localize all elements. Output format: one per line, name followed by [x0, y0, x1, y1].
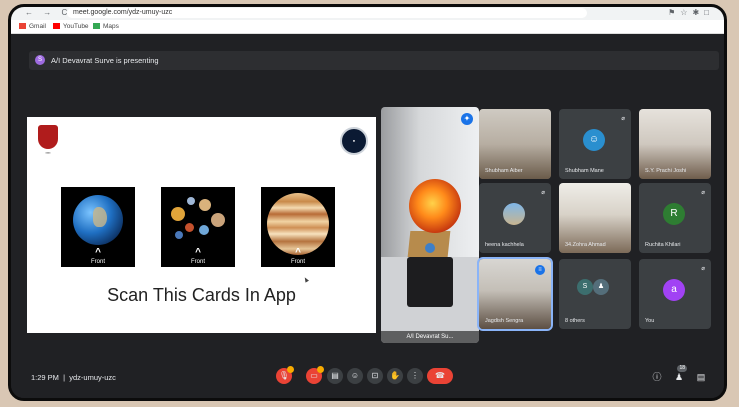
- participant-name: You: [645, 318, 655, 324]
- mic-off-icon: ⌀: [701, 190, 705, 196]
- arrow-up-icon: ^: [95, 247, 101, 258]
- captions-button[interactable]: ▤: [327, 368, 343, 384]
- warning-badge: [287, 366, 294, 373]
- jupiter-image: [267, 193, 329, 255]
- more-options-button[interactable]: ⋮: [407, 368, 423, 384]
- earth-image: [73, 195, 123, 245]
- participant-tile-speaking[interactable]: ≡ Jagdish Sengra: [477, 257, 553, 331]
- leave-call-button[interactable]: ☎: [427, 368, 453, 384]
- avatar: ☺: [583, 129, 605, 151]
- pin-icon[interactable]: ✦: [461, 113, 473, 125]
- card-earth: ^ Front: [61, 187, 135, 267]
- avatar: ♟: [593, 279, 609, 295]
- participant-name: A/I Devavrat Su...: [381, 331, 479, 343]
- people-icon[interactable]: ♟ 18: [673, 365, 687, 383]
- card-solar-system: ^ Front: [161, 187, 235, 267]
- participant-tile[interactable]: Shubham Aiber: [479, 109, 551, 179]
- bookmark-gmail[interactable]: Gmail: [19, 21, 46, 32]
- self-tile[interactable]: a ⌀ You: [639, 259, 711, 329]
- mic-off-icon: ⌀: [701, 266, 705, 272]
- card-jupiter: ^ Front: [261, 187, 335, 267]
- participant-name: 34.Zohra Ahmad: [565, 242, 606, 248]
- participant-name: S.Y. Prachi Joshi: [645, 168, 687, 174]
- address-bar[interactable]: meet.google.com/ydz-umuy-uzc: [67, 8, 587, 18]
- participant-tile[interactable]: ⌀ heena kachhela: [479, 183, 551, 253]
- participant-name: heena kachhela: [485, 242, 524, 248]
- extension-icons[interactable]: ⚑☆✱□: [668, 8, 714, 17]
- meeting-code: ydz-umuy-uzc: [69, 373, 116, 382]
- avatar: R: [663, 203, 685, 225]
- camera-button[interactable]: ▭: [306, 366, 324, 384]
- participant-tile[interactable]: R ⌀ Ruchita Khilari: [639, 183, 711, 253]
- mic-button[interactable]: 🎙: [276, 366, 294, 384]
- bookmarks-bar: Gmail YouTube Maps: [11, 20, 724, 34]
- participant-name: Shubham Aiber: [485, 168, 523, 174]
- bookmark-maps[interactable]: Maps: [93, 21, 119, 32]
- solar-system-image: [169, 193, 227, 251]
- presenting-banner: S A/I Devavrat Surve is presenting: [29, 51, 719, 70]
- participant-name: Jagdish Sengra: [485, 318, 524, 324]
- maps-icon: [93, 23, 100, 30]
- address-url: meet.google.com/ydz-umuy-uzc: [73, 9, 173, 16]
- raise-hand-button[interactable]: ✋: [387, 368, 403, 384]
- participant-tile[interactable]: ☺ ⌀ Shubham Mane: [559, 109, 631, 179]
- meet-window: ← → C meet.google.com/ydz-umuy-uzc ⚑☆✱□ …: [8, 4, 727, 401]
- warning-badge: [317, 366, 324, 373]
- card-label: Front: [190, 259, 205, 265]
- presenter-avatar: S: [35, 55, 45, 65]
- participant-tile[interactable]: 34.Zohra Ahmad: [559, 183, 631, 253]
- participant-tile[interactable]: S.Y. Prachi Joshi: [639, 109, 711, 179]
- presenter-camera-tile[interactable]: ✦ A/I Devavrat Su...: [381, 107, 479, 343]
- arrow-up-icon: ^: [195, 247, 201, 258]
- emoji-button[interactable]: ☺: [347, 368, 363, 384]
- presentation-slide: ▪▪▪▪ ● ^ Front ^ Front ^ Front Scan This…: [27, 117, 376, 333]
- school-logo: ▪▪▪▪: [35, 125, 61, 163]
- avatar: S: [577, 279, 593, 295]
- participant-name: Ruchita Khilari: [645, 242, 681, 248]
- mic-off-icon: ⌀: [541, 190, 545, 196]
- clock-time: 1:29 PM: [31, 373, 59, 382]
- chat-icon[interactable]: ▤: [695, 371, 707, 383]
- browser-nav-icons[interactable]: ← → C: [25, 8, 71, 17]
- present-button[interactable]: ⊡: [367, 368, 383, 384]
- mouse-pointer-icon: [303, 276, 309, 283]
- info-icon[interactable]: ⓘ: [651, 371, 663, 383]
- browser-toolbar: ← → C meet.google.com/ydz-umuy-uzc ⚑☆✱□: [11, 7, 724, 20]
- participant-name: 8 others: [565, 318, 585, 324]
- presenting-text: A/I Devavrat Surve is presenting: [51, 56, 159, 65]
- people-count: 18: [677, 365, 687, 372]
- mic-off-icon: ⌀: [621, 116, 625, 122]
- card-label: Front: [290, 259, 305, 265]
- separator: |: [61, 373, 68, 382]
- card-label: Front: [90, 259, 105, 265]
- youtube-icon: [53, 23, 60, 30]
- speaking-icon: ≡: [535, 265, 545, 275]
- bookmark-youtube[interactable]: YouTube: [53, 21, 89, 32]
- arrow-up-icon: ^: [295, 247, 301, 258]
- meeting-controls: 1:29 PM | ydz-umuy-uzc 🎙 ▭ ▤ ☺ ⊡ ✋ ⋮ ☎ ⓘ…: [11, 360, 724, 398]
- brand-logo: ●: [340, 127, 368, 155]
- others-tile[interactable]: S ♟ 8 others: [559, 259, 631, 329]
- avatar: a: [663, 279, 685, 301]
- gmail-icon: [19, 23, 26, 30]
- participant-name: Shubham Mane: [565, 168, 604, 174]
- meeting-info: 1:29 PM | ydz-umuy-uzc: [31, 373, 116, 382]
- slide-caption: Scan This Cards In App: [107, 285, 296, 305]
- phone-stand: [407, 257, 453, 307]
- ar-sun-model: [409, 179, 461, 233]
- avatar: [503, 203, 525, 225]
